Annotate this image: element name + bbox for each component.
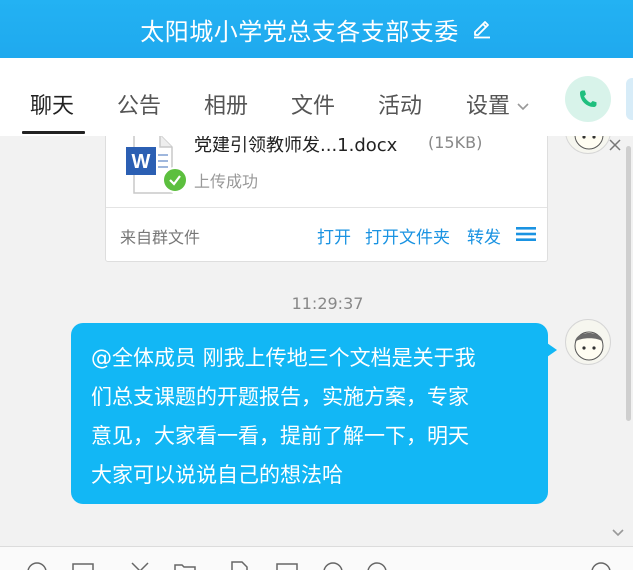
- message-line: 意见，大家看一看，提前了解一下，明天: [91, 424, 469, 448]
- text-message-bubble[interactable]: @全体成员 刚我上传地三个文档是关于我 们总支课题的开题报告，实施方案，专家 意…: [71, 323, 557, 504]
- tab-chat[interactable]: 聊天: [30, 88, 74, 120]
- message-timestamp: 11:29:37: [291, 294, 364, 313]
- svg-text:W: W: [132, 151, 151, 173]
- tab-settings-label: 设置: [466, 94, 511, 119]
- tab-album[interactable]: 相册: [204, 88, 248, 120]
- avatar-illustration: [574, 331, 604, 361]
- upload-status: 上传成功: [194, 172, 259, 191]
- open-folder-link[interactable]: 打开文件夹: [365, 223, 450, 248]
- emoji-icon[interactable]: [26, 561, 48, 570]
- close-icon[interactable]: [608, 138, 622, 152]
- avatar-illustration: [574, 136, 604, 150]
- avatar[interactable]: [565, 319, 611, 365]
- message-line: 们总支课题的开题报告，实施方案，专家: [91, 385, 469, 409]
- input-toolbar: [0, 546, 633, 570]
- file-size: (15KB): [428, 136, 483, 152]
- edit-icon[interactable]: [471, 18, 493, 40]
- scrollbar[interactable]: [626, 146, 631, 421]
- more-options-icon[interactable]: [366, 561, 388, 570]
- window-title: 太阳城小学党总支各支部支委: [140, 17, 459, 46]
- chevron-down-icon[interactable]: [611, 528, 625, 538]
- tab-settings[interactable]: 设置: [466, 88, 530, 120]
- folder-icon[interactable]: [174, 561, 196, 570]
- file-source: 来自群文件: [120, 228, 201, 247]
- history-icon[interactable]: [590, 561, 612, 570]
- screenshot-icon[interactable]: [72, 561, 94, 570]
- tab-announcements[interactable]: 公告: [117, 88, 161, 120]
- phone-icon: [580, 90, 597, 107]
- message-line: @全体成员 刚我上传地三个文档是关于我: [91, 346, 476, 370]
- title-bar: 太阳城小学党总支各支部支委: [0, 0, 633, 58]
- document-icon[interactable]: [228, 561, 250, 570]
- message-line: 大家可以说说自己的想法哈: [91, 463, 343, 487]
- forward-link[interactable]: 转发: [467, 223, 501, 248]
- image-icon[interactable]: [276, 561, 298, 570]
- active-tab-indicator: [22, 131, 85, 134]
- check-icon: [162, 167, 188, 193]
- voice-icon[interactable]: [322, 561, 344, 570]
- more-button-edge[interactable]: [626, 78, 633, 120]
- card-divider: [106, 207, 547, 208]
- call-button[interactable]: [565, 76, 611, 122]
- tab-activities[interactable]: 活动: [378, 88, 422, 120]
- chat-area: W 党建引领教师发...1.docx (15KB) 上传成功 来自群文件 打开 …: [0, 136, 633, 546]
- avatar[interactable]: [565, 136, 611, 154]
- tab-bar: 聊天 公告 相册 文件 活动 设置: [0, 58, 633, 136]
- file-name: 党建引领教师发...1.docx: [194, 136, 398, 156]
- tab-files[interactable]: 文件: [291, 88, 335, 120]
- scissors-icon[interactable]: [129, 561, 151, 570]
- file-message-card[interactable]: W 党建引领教师发...1.docx (15KB) 上传成功 来自群文件 打开 …: [105, 136, 548, 262]
- open-link[interactable]: 打开: [317, 223, 351, 248]
- chevron-down-icon: [517, 103, 529, 111]
- menu-icon[interactable]: [516, 226, 536, 242]
